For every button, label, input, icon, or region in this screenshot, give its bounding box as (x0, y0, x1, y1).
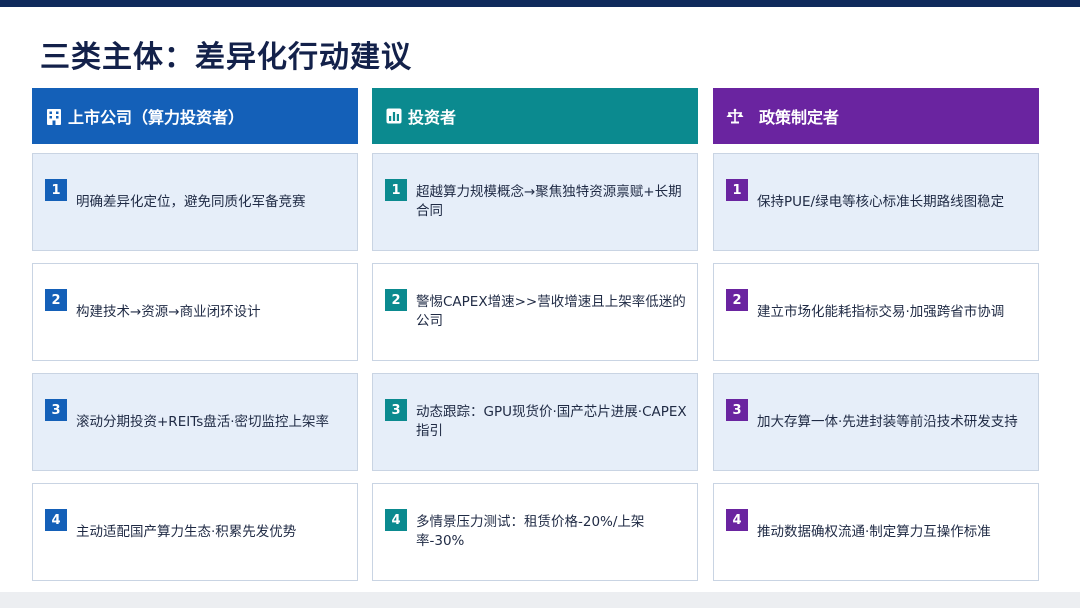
column-listed-companies: 上市公司（算力投资者） 1 明确差异化定位，避免同质化军备竞赛 2 构建技术→资… (32, 88, 358, 581)
action-text: 动态跟踪：GPU现货价·国产芯片进展·CAPEX指引 (416, 404, 687, 439)
action-text: 主动适配国产算力生态·积累先发优势 (76, 523, 297, 540)
action-card: 3 动态跟踪：GPU现货价·国产芯片进展·CAPEX指引 (372, 373, 698, 471)
action-text: 推动数据确权流通·制定算力互操作标准 (757, 523, 991, 540)
number-badge: 4 (45, 509, 67, 531)
action-text: 警惕CAPEX增速>>营收增速且上架率低迷的公司 (416, 294, 686, 329)
action-card: 1 保持PUE/绿电等核心标准长期路线图稳定 (713, 153, 1039, 251)
action-card: 2 构建技术→资源→商业闭环设计 (32, 263, 358, 361)
number-badge: 1 (45, 179, 67, 201)
column-policymakers: 政策制定者 1 保持PUE/绿电等核心标准长期路线图稳定 2 建立市场化能耗指标… (713, 88, 1039, 581)
action-card: 3 滚动分期投资+REITs盘活·密切监控上架率 (32, 373, 358, 471)
action-card: 4 推动数据确权流通·制定算力互操作标准 (713, 483, 1039, 581)
column-header: 政策制定者 (713, 88, 1039, 144)
number-badge: 2 (45, 289, 67, 311)
action-text: 加大存算一体·先进封装等前沿技术研发支持 (757, 413, 1018, 430)
number-badge: 3 (726, 399, 748, 421)
number-badge: 3 (385, 399, 407, 421)
number-badge: 4 (726, 509, 748, 531)
number-badge: 4 (385, 509, 407, 531)
column-header: 上市公司（算力投资者） (32, 88, 358, 144)
action-text: 建立市场化能耗指标交易·加强跨省市协调 (757, 303, 1005, 320)
action-card: 2 建立市场化能耗指标交易·加强跨省市协调 (713, 263, 1039, 361)
action-text: 明确差异化定位，避免同质化军备竞赛 (76, 193, 306, 210)
action-text: 保持PUE/绿电等核心标准长期路线图稳定 (757, 193, 1005, 210)
action-text: 构建技术→资源→商业闭环设计 (76, 303, 261, 320)
action-text: 多情景压力测试：租赁价格-20%/上架率-30% (416, 514, 645, 549)
number-badge: 1 (726, 179, 748, 201)
number-badge: 3 (45, 399, 67, 421)
action-card: 3 加大存算一体·先进封装等前沿技术研发支持 (713, 373, 1039, 471)
balance-scale-icon (725, 106, 745, 126)
column-header: 投资者 (372, 88, 698, 144)
number-badge: 2 (726, 289, 748, 311)
bottom-band (0, 592, 1080, 608)
number-badge: 2 (385, 289, 407, 311)
number-badge: 1 (385, 179, 407, 201)
column-header-label: 上市公司（算力投资者） (68, 108, 245, 127)
action-card: 4 主动适配国产算力生态·积累先发优势 (32, 483, 358, 581)
action-card: 1 明确差异化定位，避免同质化军备竞赛 (32, 153, 358, 251)
top-accent-bar (0, 0, 1080, 7)
action-text: 滚动分期投资+REITs盘活·密切监控上架率 (76, 413, 330, 430)
action-card: 4 多情景压力测试：租赁价格-20%/上架率-30% (372, 483, 698, 581)
column-investors: 投资者 1 超越算力规模概念→聚焦独特资源禀赋+长期合同 2 警惕CAPEX增速… (372, 88, 698, 581)
action-text: 超越算力规模概念→聚焦独特资源禀赋+长期合同 (416, 184, 682, 219)
bar-chart-icon (384, 106, 404, 126)
page-title: 三类主体：差异化行动建议 (40, 40, 412, 75)
action-card: 1 超越算力规模概念→聚焦独特资源禀赋+长期合同 (372, 153, 698, 251)
building-icon (44, 106, 64, 126)
column-header-label: 政策制定者 (759, 108, 840, 127)
column-header-label: 投资者 (408, 108, 457, 127)
action-card: 2 警惕CAPEX增速>>营收增速且上架率低迷的公司 (372, 263, 698, 361)
